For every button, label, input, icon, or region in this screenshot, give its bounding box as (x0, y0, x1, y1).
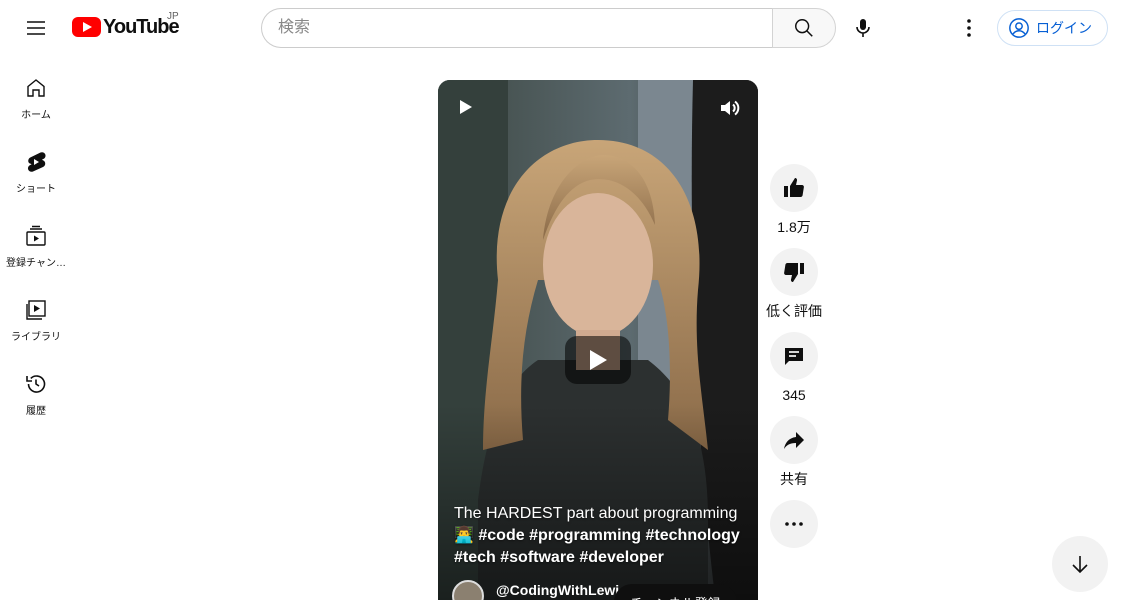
channel-name[interactable]: @CodingWithLewi (496, 582, 619, 598)
shorts-player[interactable]: The HARDEST part about programming 👨‍💻 #… (438, 80, 758, 600)
more-action (770, 500, 818, 548)
voice-search-button[interactable] (843, 8, 883, 48)
thumb-up-icon (784, 178, 804, 197)
like-action: 1.8万 (770, 164, 818, 236)
subscribe-button[interactable]: チャンネル登録 (614, 584, 737, 600)
nav-label: ホーム (21, 110, 51, 121)
masthead: YouTube JP ログイン (0, 0, 1124, 56)
nav-label: ライブラリ (11, 332, 61, 343)
caption-hashtags[interactable]: #code #programming #technology #tech #so… (454, 527, 740, 566)
region-code: JP (167, 11, 179, 22)
search-input[interactable] (261, 8, 772, 48)
center-play-button[interactable] (565, 336, 631, 384)
guide-menu-button[interactable] (16, 8, 56, 48)
mini-guide: ホーム ショート 登録チャン… ライブラリ 履歴 (0, 56, 72, 426)
nav-item-shorts[interactable]: ショート (0, 130, 72, 204)
youtube-logo[interactable]: YouTube JP (72, 11, 180, 38)
share-icon (784, 432, 804, 449)
more-actions-button[interactable] (770, 500, 818, 548)
comment-icon (785, 348, 803, 365)
more-vert-icon (967, 19, 971, 37)
login-label: ログイン (1036, 20, 1092, 36)
history-icon (26, 375, 46, 393)
shorts-actions: 1.8万 低く評価 345 共有 (766, 164, 822, 560)
shorts-icon (27, 152, 46, 172)
caption-emoji: 👨‍💻 (454, 527, 474, 544)
dislike-label: 低く評価 (766, 303, 822, 319)
comments-button[interactable] (770, 332, 818, 380)
home-icon (27, 79, 45, 97)
thumb-down-icon (784, 263, 804, 282)
next-video-button[interactable] (1052, 536, 1108, 592)
share-action: 共有 (770, 416, 818, 488)
search-box (261, 8, 836, 48)
nav-item-history[interactable]: 履歴 (0, 352, 72, 426)
nav-item-subscriptions[interactable]: 登録チャン… (0, 204, 72, 278)
microphone-icon (856, 19, 870, 37)
channel-row: @CodingWithLewi チャンネル登録 (452, 580, 752, 600)
arrow-down-icon (1072, 556, 1088, 574)
settings-menu-button[interactable] (949, 8, 989, 48)
comment-action: 345 (770, 332, 818, 404)
nav-label: 登録チャン… (6, 258, 66, 269)
channel-avatar[interactable] (452, 580, 484, 600)
search-button[interactable] (772, 8, 836, 48)
account-circle-icon (1009, 18, 1029, 38)
play-icon (590, 350, 607, 370)
like-button[interactable] (770, 164, 818, 212)
share-button[interactable] (770, 416, 818, 464)
more-horiz-icon (785, 522, 803, 526)
player-top-controls (438, 80, 758, 140)
play-icon[interactable] (458, 98, 474, 116)
share-label: 共有 (780, 471, 808, 487)
volume-icon[interactable] (718, 96, 742, 120)
hamburger-icon (27, 21, 45, 35)
nav-item-home[interactable]: ホーム (0, 56, 72, 130)
library-icon (26, 300, 46, 320)
nav-label: 履歴 (26, 406, 46, 417)
like-count: 1.8万 (777, 219, 811, 235)
nav-item-library[interactable]: ライブラリ (0, 278, 72, 352)
nav-label: ショート (16, 184, 56, 195)
youtube-play-icon (72, 17, 101, 37)
dislike-button[interactable] (770, 248, 818, 296)
caption-title: The HARDEST part about programming (454, 505, 738, 522)
video-caption: The HARDEST part about programming 👨‍💻 #… (454, 503, 744, 569)
dislike-action: 低く評価 (766, 248, 822, 320)
subscriptions-icon (26, 225, 46, 246)
search-icon (795, 19, 813, 37)
login-button[interactable]: ログイン (997, 10, 1108, 46)
comment-count: 345 (782, 387, 806, 403)
